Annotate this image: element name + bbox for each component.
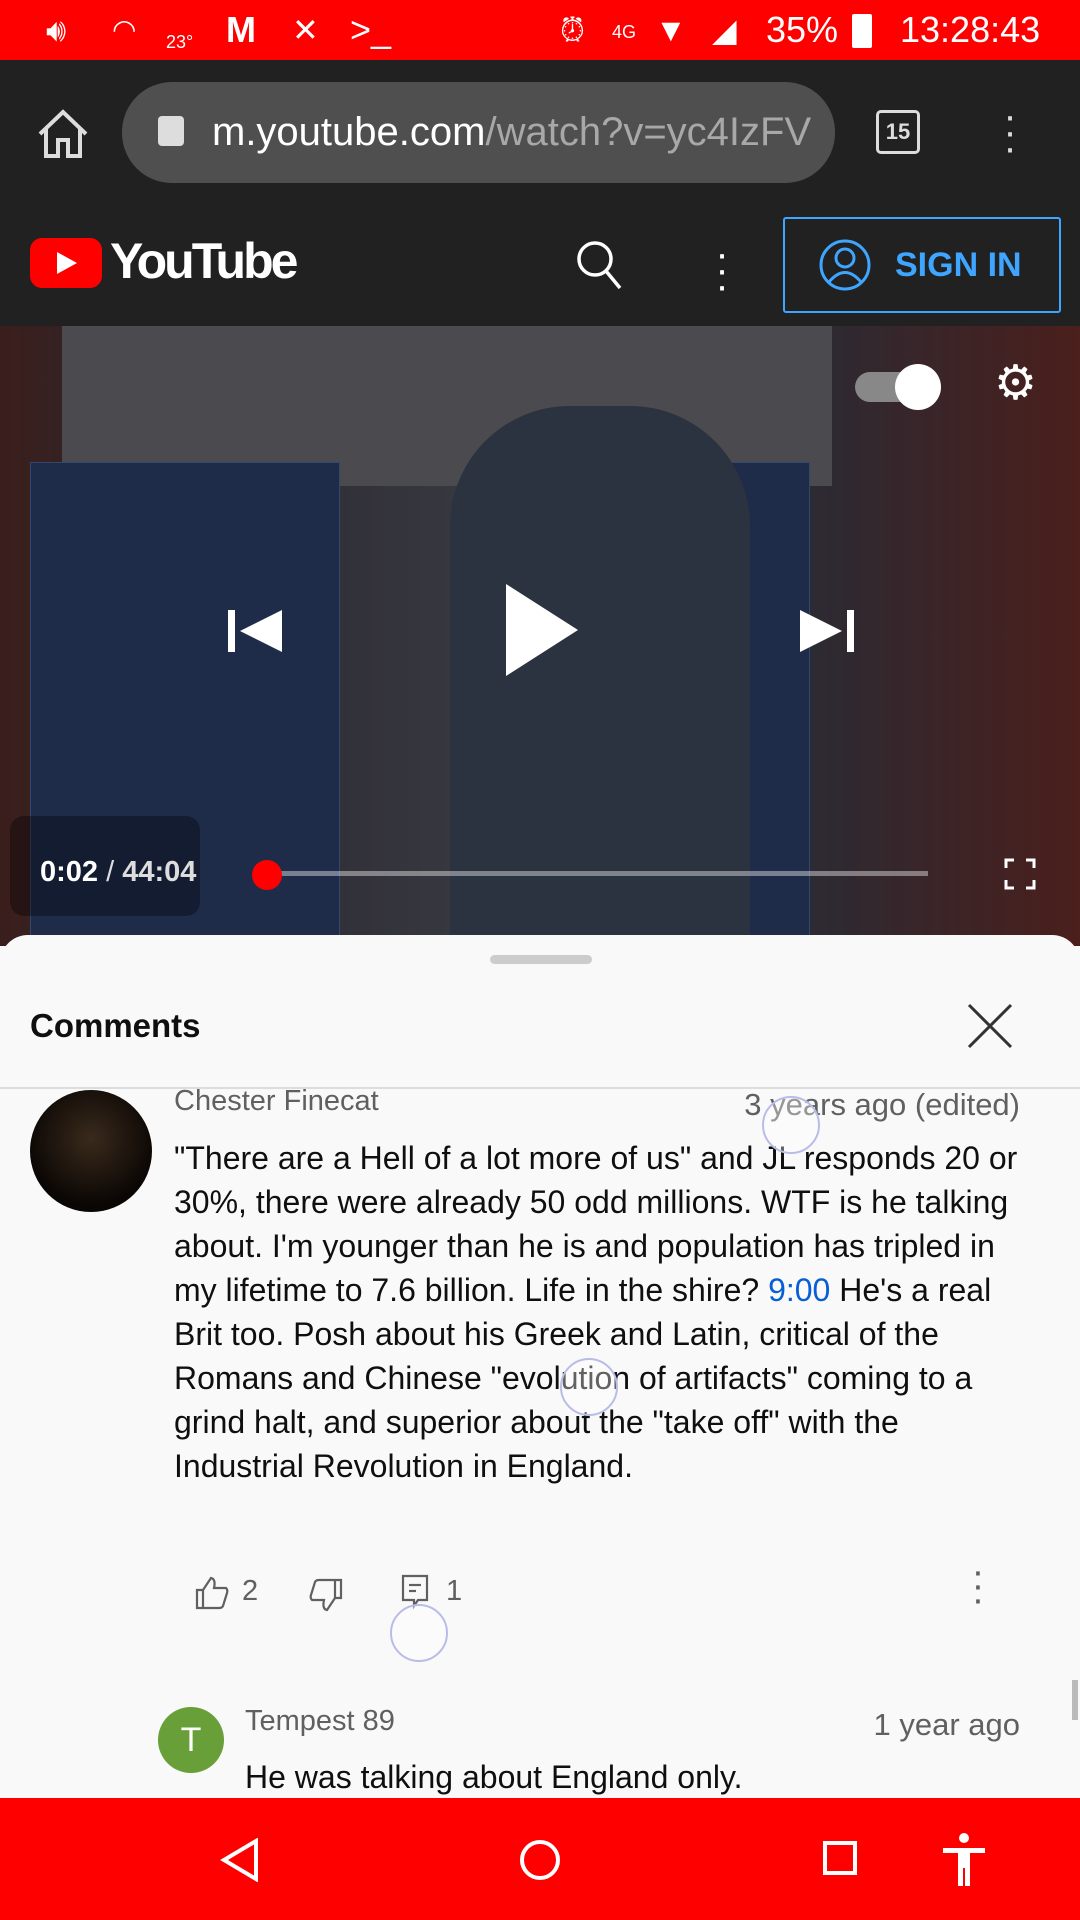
reply-text: He was talking about England only. (245, 1759, 743, 1795)
browser-toolbar: m.youtube.com/watch?v=yc4IzFV 15 · · · You… (0, 60, 1080, 326)
signal-icon: ◢ (712, 12, 737, 48)
network-type: 4G (612, 22, 637, 42)
reply-count[interactable]: 1 (446, 1575, 462, 1608)
home-icon[interactable] (36, 108, 90, 160)
close-icon[interactable] (966, 1002, 1014, 1050)
rss-icon: ◠ (112, 14, 137, 45)
battery-percent: 35% (766, 9, 839, 50)
battery-icon (852, 14, 872, 48)
reply-author[interactable]: Tempest 89 (245, 1705, 395, 1738)
progress-bar[interactable] (266, 871, 928, 876)
duration: 44:04 (122, 856, 197, 888)
scrollbar[interactable] (1072, 1680, 1078, 1720)
navigation-bar (0, 1798, 1080, 1920)
terminal-icon: >_ (350, 9, 392, 50)
touch-indicator (390, 1604, 448, 1662)
clock: 13:28:43 (900, 9, 1041, 50)
youtube-logo-text[interactable]: YouTube (110, 232, 298, 290)
browser-menu-icon[interactable]: · · · (1000, 96, 1020, 168)
comments-title: Comments (30, 1007, 201, 1044)
time-separator: / (106, 856, 115, 888)
comment-menu-icon[interactable]: · · · (968, 1553, 988, 1619)
comments-panel: Comments Chester Finecat 3 years ago (ed… (0, 935, 1080, 1798)
comment-author[interactable]: Chester Finecat (174, 1085, 379, 1118)
sign-in-button[interactable]: SIGN IN (783, 217, 1061, 313)
accessibility-icon[interactable] (940, 1832, 988, 1888)
url-domain: m.youtube.com (212, 110, 486, 154)
video-speaker (450, 406, 750, 946)
sign-in-label: SIGN IN (895, 246, 1022, 284)
lock-icon (158, 116, 184, 146)
recents-icon[interactable] (822, 1840, 858, 1876)
status-bar: 🔊︎ ◠ 23° M ✕ >_ ⏰︎ 4G ▼ ◢ 35% 13:28:43 (0, 0, 1080, 60)
reply-time: 1 year ago (873, 1707, 1021, 1742)
search-icon[interactable] (574, 238, 624, 290)
like-count: 2 (242, 1575, 259, 1607)
more-options-icon[interactable]: · · · (712, 234, 732, 306)
account-icon (819, 239, 871, 291)
progress-scrubber[interactable] (252, 860, 282, 890)
like-icon[interactable] (194, 1575, 230, 1611)
reply-avatar[interactable]: T (158, 1707, 224, 1773)
alarm-icon: ⏰︎ (560, 12, 585, 48)
volume-icon: 🔊︎ (46, 12, 67, 48)
pin-icon: ✕ (292, 12, 319, 48)
weather-temperature: 23° (166, 32, 194, 52)
current-time: 0:02 (40, 856, 99, 888)
gmail-icon: M (226, 9, 256, 50)
url-path: /watch?v=yc4IzFV (485, 110, 812, 154)
url-bar[interactable]: m.youtube.com/watch?v=yc4IzFV (122, 82, 835, 183)
previous-icon[interactable] (226, 606, 286, 656)
timestamp-link[interactable]: 9:00 (768, 1272, 830, 1308)
back-icon[interactable] (220, 1838, 260, 1882)
video-player[interactable]: ⚙︎ 0:02 / 44:04 (0, 326, 1080, 946)
fullscreen-icon[interactable] (1004, 858, 1036, 890)
touch-indicator (762, 1096, 820, 1154)
home-nav-icon[interactable] (518, 1838, 562, 1882)
wifi-icon: ▼ (655, 12, 687, 48)
dislike-icon[interactable] (308, 1577, 344, 1613)
commenter-avatar[interactable] (30, 1090, 152, 1212)
youtube-logo-icon[interactable] (30, 238, 102, 288)
settings-icon[interactable]: ⚙︎ (994, 360, 1037, 408)
touch-indicator (560, 1358, 618, 1416)
play-icon[interactable] (504, 582, 580, 678)
autoplay-toggle[interactable] (855, 364, 941, 410)
drag-handle[interactable] (490, 955, 592, 964)
comment-body: "There are a Hell of a lot more of us" a… (174, 1136, 1034, 1488)
time-display: 0:02 / 44:04 (40, 856, 196, 889)
tab-switcher-button[interactable]: 15 (876, 110, 920, 154)
next-icon[interactable] (798, 606, 858, 656)
